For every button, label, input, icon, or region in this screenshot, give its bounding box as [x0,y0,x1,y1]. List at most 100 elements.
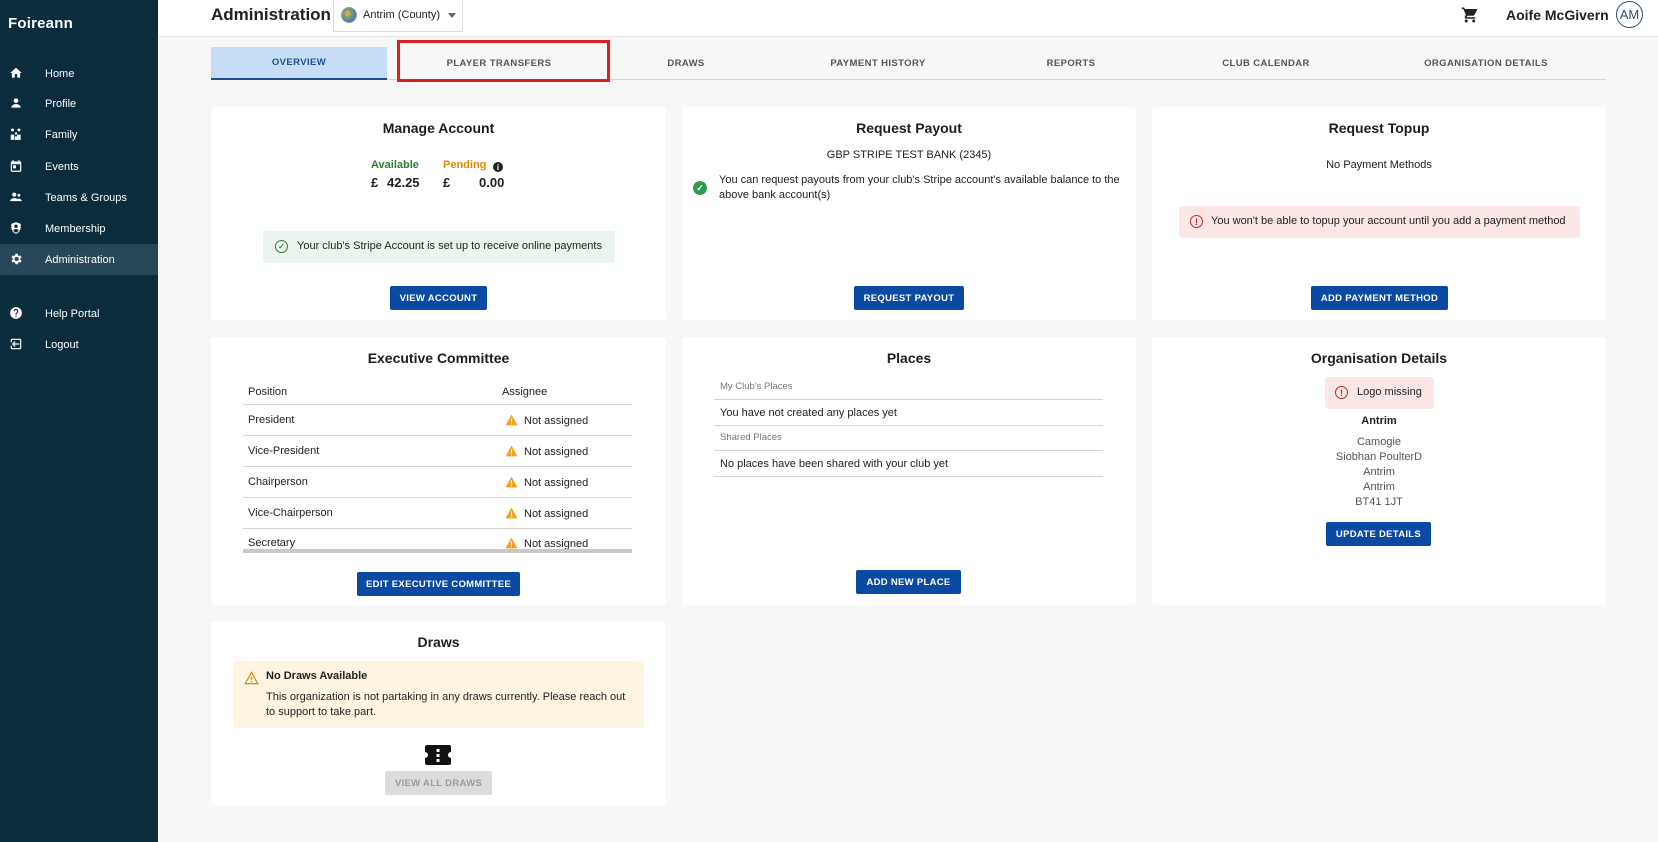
page-title: Administration [211,5,331,24]
payout-info-line2: above bank account(s) [719,189,831,201]
organisation-select-value: Antrim (County) [363,9,441,21]
my-places-empty: You have not created any places yet [720,407,897,419]
check-circle-icon: ✓ [275,240,288,253]
sidebar-item-label: Home [45,67,75,80]
tab-organisation-details[interactable]: ORGANISATION DETAILS [1371,47,1601,80]
add-new-place-button[interactable]: ADD NEW PLACE [856,570,961,594]
sidebar-item-events[interactable]: Events [0,151,158,182]
warning-icon [505,507,518,519]
person-icon [9,96,23,110]
position-cell: Vice-President [248,445,320,457]
no-draws-line1: This organization is not partaking in an… [266,691,626,703]
tab-reports[interactable]: REPORTS [981,47,1161,80]
table-row[interactable]: Vice-Chairperson Not assigned [243,498,632,529]
info-icon[interactable]: i [493,162,503,172]
add-payment-method-button[interactable]: ADD PAYMENT METHOD [1311,286,1448,310]
sidebar-item-teams-groups[interactable]: Teams & Groups [0,182,158,213]
family-icon [9,127,23,141]
assignee-value: Not assigned [524,508,589,520]
card-title: Organisation Details [1310,350,1448,366]
tab-overview[interactable]: OVERVIEW [211,47,387,80]
help-icon [9,306,23,320]
sidebar-item-label: Administration [45,253,115,266]
organisation-detail-line: Siobhan PoulterD [1335,451,1423,463]
table-row[interactable]: Chairperson Not assigned [243,467,632,498]
organisation-name: Antrim [1361,415,1397,427]
organisation-select[interactable]: Antrim (County) [333,0,463,32]
executive-committee-card: Executive Committee Position Assignee Pr… [211,337,666,605]
position-cell: President [248,414,295,426]
request-topup-card: Request Topup No Payment Methods ! You w… [1152,107,1606,320]
error-icon: ! [1335,386,1348,399]
sidebar-item-label: Logout [45,338,79,351]
card-title: Request Topup [1328,120,1430,136]
sidebar: Foireann Home Profile Family Events Team… [0,0,158,842]
avatar[interactable]: AM [1616,1,1643,28]
sidebar-item-label: Membership [45,222,106,235]
tab-draws[interactable]: DRAWS [601,47,771,80]
sidebar-item-logout[interactable]: Logout [0,329,158,360]
chevron-down-icon [448,13,456,18]
payout-info-line1: You can request payouts from your club's… [719,174,1120,186]
request-payout-button[interactable]: REQUEST PAYOUT [854,286,964,310]
sidebar-item-help-portal[interactable]: Help Portal [0,298,158,329]
my-places-label: My Club's Places [720,381,793,392]
list-item: No places have been shared with your clu… [714,451,1103,477]
tab-player-transfers[interactable]: PLAYER TRANSFERS [399,47,599,80]
position-cell: Vice-Chairperson [248,507,333,519]
topup-warning-alert: ! You won't be able to topup your accoun… [1179,206,1580,238]
table-row[interactable]: Vice-President Not assigned [243,436,632,467]
sidebar-item-family[interactable]: Family [0,119,158,150]
card-title: Executive Committee [367,350,510,366]
assignee-cell: Not assigned [505,445,588,458]
no-draws-alert: No Draws Available This organization is … [233,661,644,728]
assignee-cell: Not assigned [505,476,588,489]
table-row[interactable]: Secretary Not assigned [243,529,632,553]
group-icon [9,190,23,204]
user-name[interactable]: Aoife McGivern [1506,7,1609,23]
card-title: Request Payout [856,120,962,136]
manage-account-card: Manage Account Available £ 42.25 Pending… [211,107,666,320]
error-icon: ! [1190,215,1203,228]
assignee-value: Not assigned [524,446,589,458]
view-account-button[interactable]: VIEW ACCOUNT [390,286,487,310]
card-title: Manage Account [382,120,495,136]
places-section-header: Shared Places [714,426,1103,451]
update-details-button[interactable]: UPDATE DETAILS [1326,522,1431,546]
shared-places-label: Shared Places [720,432,782,443]
sidebar-item-administration[interactable]: Administration [0,244,158,275]
table-row[interactable]: President Not assigned [243,405,632,436]
places-section-header: My Club's Places [714,375,1103,400]
warning-icon [505,414,518,426]
position-cell: Secretary [248,537,296,549]
tab-club-calendar[interactable]: CLUB CALENDAR [1171,47,1361,80]
list-item: You have not created any places yet [714,400,1103,426]
sidebar-item-label: Profile [45,97,77,110]
sidebar-item-label: Events [45,160,79,173]
available-currency: £ [371,175,379,190]
column-header-assignee: Assignee [502,386,548,398]
tab-payment-history[interactable]: PAYMENT HISTORY [778,47,978,80]
bank-account: GBP STRIPE TEST BANK (2345) [826,149,992,161]
sidebar-item-membership[interactable]: Membership [0,213,158,244]
shield-icon [9,221,23,235]
cart-icon[interactable] [1461,6,1479,24]
table-header-row: Position Assignee [243,377,632,405]
ticket-icon [425,745,451,765]
no-payment-methods: No Payment Methods [1326,159,1432,171]
column-header-position: Position [248,386,288,398]
shared-places-empty: No places have been shared with your clu… [720,458,949,470]
edit-executive-committee-button[interactable]: EDIT EXECUTIVE COMMITTEE [357,572,520,596]
sidebar-item-home[interactable]: Home [0,58,158,89]
pending-value: 0.00 [479,175,505,190]
places-card: Places My Club's Places You have not cre… [682,337,1136,605]
card-title: Draws [417,634,460,650]
sidebar-item-profile[interactable]: Profile [0,88,158,119]
warning-icon [505,445,518,457]
assignee-cell: Not assigned [505,507,588,520]
draws-card: Draws No Draws Available This organizati… [211,621,666,806]
organisation-detail-line: Antrim [1363,466,1395,478]
organisation-detail-line: BT41 1JT [1355,496,1403,508]
view-all-draws-button[interactable]: VIEW ALL DRAWS [385,771,492,795]
logo-missing-text: Logo missing [1357,386,1422,398]
